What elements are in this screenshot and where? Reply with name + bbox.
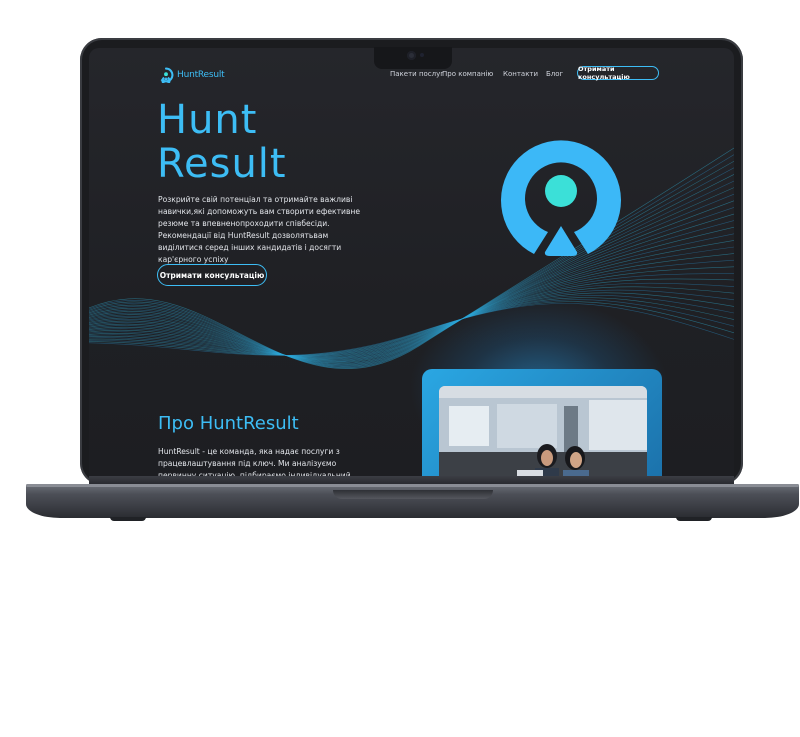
laptop-thumb-groove	[333, 490, 493, 499]
logo-text: HuntResult	[177, 70, 225, 80]
nav-consultation-button[interactable]: Отримати консультацію	[577, 65, 659, 81]
site-logo[interactable]: HuntResult	[158, 67, 225, 83]
laptop-foot-left	[110, 517, 146, 521]
laptop-foot-right	[676, 517, 712, 521]
laptop-hinge	[89, 476, 734, 484]
nav-link-contacts[interactable]: Контакти	[503, 70, 538, 78]
webcam-indicator	[420, 53, 424, 57]
laptop-screen: HuntResult Пакети послуг Про компанію Ко…	[89, 48, 734, 476]
hero-consultation-button[interactable]: Отримати консультацію	[157, 264, 267, 286]
hero-description: Розкрийте свій потенціал та отримайте ва…	[158, 195, 361, 264]
office-team-photo	[439, 386, 647, 476]
hero-title: Hunt Result	[157, 97, 287, 187]
nav-link-about[interactable]: Про компанію	[442, 70, 493, 78]
logo-icon	[160, 67, 174, 83]
about-section-title: Про HuntResult	[158, 413, 299, 434]
about-section-description: HuntResult - це команда, яка надає послу…	[158, 447, 351, 476]
nav-link-blog[interactable]: Блог	[546, 70, 563, 78]
laptop-base-edge	[26, 484, 799, 487]
huntresult-emblem-icon	[501, 140, 621, 256]
webcam-icon	[407, 51, 416, 60]
nav-link-packages[interactable]: Пакети послуг	[390, 70, 444, 78]
